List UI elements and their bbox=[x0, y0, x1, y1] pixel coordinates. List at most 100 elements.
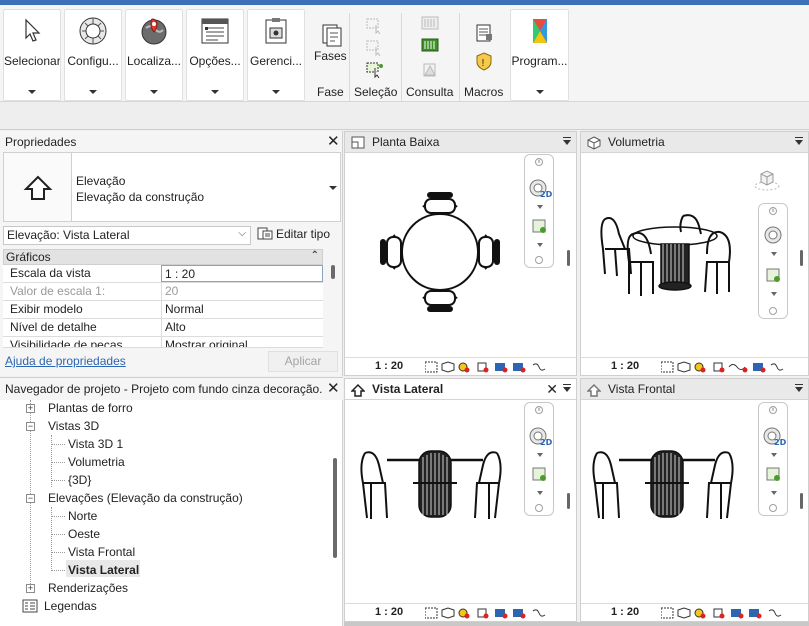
navigation-bar[interactable]: x 2D bbox=[524, 154, 554, 268]
view-scale[interactable]: 1 : 20 bbox=[611, 360, 639, 372]
property-row[interactable]: Exibir modelo Normal bbox=[3, 301, 323, 319]
phases-icon[interactable] bbox=[320, 23, 344, 47]
collapse-icon[interactable]: − bbox=[26, 422, 35, 431]
view-instance-select[interactable]: Elevação: Vista Lateral ⌵ bbox=[3, 226, 251, 245]
close-icon[interactable]: ✕ bbox=[327, 381, 340, 396]
property-value[interactable]: Mostrar original bbox=[161, 337, 323, 347]
view-controls[interactable] bbox=[424, 361, 565, 373]
expand-icon[interactable]: + bbox=[26, 584, 35, 593]
scrollbar-thumb[interactable] bbox=[567, 493, 570, 509]
warnings-icon[interactable] bbox=[421, 62, 439, 78]
location-button[interactable]: Localiza... bbox=[125, 9, 183, 101]
select-button[interactable]: Selecionar bbox=[3, 9, 61, 101]
viewcube-icon[interactable] bbox=[753, 168, 781, 192]
dynamo-button[interactable]: Program... bbox=[510, 9, 569, 101]
scrollbar-thumb[interactable] bbox=[567, 250, 570, 266]
tree-item[interactable]: Volumetria bbox=[68, 455, 125, 469]
chevron-down-icon[interactable] bbox=[771, 252, 777, 256]
view-controls[interactable] bbox=[660, 607, 801, 619]
close-icon[interactable]: x bbox=[535, 158, 543, 166]
navigation-bar[interactable]: x bbox=[758, 203, 788, 319]
options-button[interactable]: Opções... bbox=[186, 9, 244, 101]
view-controls[interactable] bbox=[424, 607, 565, 619]
zoom-icon[interactable] bbox=[532, 467, 548, 483]
zoom-icon[interactable] bbox=[766, 467, 782, 483]
view-volumetria[interactable]: Volumetria x 1 : 20 bbox=[580, 131, 809, 376]
close-icon[interactable]: x bbox=[769, 406, 777, 414]
edit-type-button[interactable]: Editar tipo bbox=[257, 226, 330, 241]
view-tab[interactable]: Planta Baixa bbox=[345, 132, 576, 153]
properties-help-link[interactable]: Ajuda de propriedades bbox=[5, 354, 126, 368]
view-scale[interactable]: 1 : 20 bbox=[375, 360, 403, 372]
scrollbar-thumb[interactable] bbox=[333, 458, 337, 558]
view-tab[interactable]: Volumetria bbox=[581, 132, 808, 153]
select-links-icon[interactable] bbox=[366, 18, 384, 34]
select-by-id-icon[interactable] bbox=[421, 38, 439, 54]
select-by-face-icon[interactable] bbox=[366, 62, 384, 78]
view-scale[interactable]: 1 : 20 bbox=[375, 606, 403, 618]
steering-wheel-icon[interactable]: 2D bbox=[528, 177, 552, 199]
steering-wheel-icon[interactable]: 2D bbox=[528, 425, 552, 447]
macro-security-icon[interactable]: ! bbox=[474, 51, 494, 71]
view-vista-lateral[interactable]: Vista Lateral ✕ x 2D 1 : 20 bbox=[344, 378, 577, 622]
expand-icon[interactable]: + bbox=[26, 404, 35, 413]
scrollbar-thumb[interactable] bbox=[800, 250, 803, 266]
macro-manager-icon[interactable] bbox=[474, 23, 494, 43]
view-vista-frontal[interactable]: Vista Frontal x 2D 1 : 20 bbox=[580, 378, 809, 622]
zoom-icon[interactable] bbox=[532, 219, 548, 235]
view-tab[interactable]: Vista Frontal bbox=[581, 379, 808, 400]
tree-item[interactable]: {3D} bbox=[68, 473, 91, 487]
tree-item[interactable]: Renderizações bbox=[48, 581, 128, 595]
ids-icon[interactable] bbox=[421, 16, 439, 30]
chevron-down-icon[interactable] bbox=[537, 243, 543, 247]
view-planta-baixa[interactable]: Planta Baixa x 2D 1 : 20 bbox=[344, 131, 577, 376]
navigation-bar[interactable]: x 2D bbox=[758, 402, 788, 516]
nav-options-icon[interactable] bbox=[769, 307, 777, 315]
zoom-icon[interactable] bbox=[766, 268, 782, 284]
nav-options-icon[interactable] bbox=[535, 256, 543, 264]
manage-button[interactable]: Gerenci... bbox=[247, 9, 305, 101]
chevron-down-icon[interactable] bbox=[771, 453, 777, 457]
tree-item[interactable]: Vista Frontal bbox=[68, 545, 135, 559]
apply-button[interactable]: Aplicar bbox=[268, 351, 338, 372]
tree-item[interactable]: Vistas 3D bbox=[48, 419, 99, 433]
view-menu-icon[interactable] bbox=[563, 137, 571, 145]
view-tab-active[interactable]: Vista Lateral ✕ bbox=[345, 379, 576, 400]
phases-top-label[interactable]: Fases bbox=[314, 49, 347, 63]
property-value[interactable]: Alto bbox=[161, 319, 323, 336]
close-icon[interactable]: ✕ bbox=[546, 381, 558, 398]
chevron-down-icon[interactable] bbox=[537, 205, 543, 209]
chevron-down-icon[interactable] bbox=[537, 453, 543, 457]
select-underlay-icon[interactable] bbox=[366, 40, 384, 56]
tree-item[interactable]: Norte bbox=[68, 509, 97, 523]
tree-item[interactable]: Vista 3D 1 bbox=[68, 437, 123, 451]
settings-button[interactable]: Configu... bbox=[64, 9, 122, 101]
property-value[interactable]: Normal bbox=[161, 301, 323, 318]
graphics-section-header[interactable]: Gráficos ⌃ bbox=[3, 249, 323, 265]
view-scale[interactable]: 1 : 20 bbox=[611, 606, 639, 618]
property-row[interactable]: Escala da vista 1 : 20 bbox=[3, 265, 323, 283]
scrollbar-thumb[interactable] bbox=[331, 265, 335, 279]
type-selector[interactable]: Elevação Elevação da construção bbox=[3, 152, 341, 222]
view-menu-icon[interactable] bbox=[563, 384, 571, 392]
view-controls[interactable] bbox=[660, 361, 801, 373]
nav-options-icon[interactable] bbox=[535, 504, 543, 512]
close-icon[interactable]: ✕ bbox=[327, 134, 340, 149]
property-row[interactable]: Visibilidade de peças Mostrar original bbox=[3, 337, 323, 348]
steering-wheel-icon[interactable] bbox=[762, 224, 786, 246]
scrollbar-thumb[interactable] bbox=[800, 493, 803, 509]
tree-item[interactable]: Plantas de forro bbox=[48, 401, 133, 415]
close-icon[interactable]: x bbox=[535, 406, 543, 414]
collapse-icon[interactable]: − bbox=[26, 494, 35, 503]
nav-options-icon[interactable] bbox=[769, 504, 777, 512]
tree-item[interactable]: Legendas bbox=[44, 599, 97, 613]
tree-item[interactable]: Elevações (Elevação da construção) bbox=[48, 491, 243, 505]
chevron-down-icon[interactable] bbox=[771, 292, 777, 296]
property-row[interactable]: Nível de detalhe Alto bbox=[3, 319, 323, 337]
steering-wheel-icon[interactable]: 2D bbox=[762, 425, 786, 447]
tree-item[interactable]: Oeste bbox=[68, 527, 100, 541]
view-scale-input[interactable]: 1 : 20 bbox=[161, 265, 323, 282]
chevron-down-icon[interactable] bbox=[537, 491, 543, 495]
navigation-bar[interactable]: x 2D bbox=[524, 402, 554, 516]
chevron-down-icon[interactable] bbox=[771, 491, 777, 495]
